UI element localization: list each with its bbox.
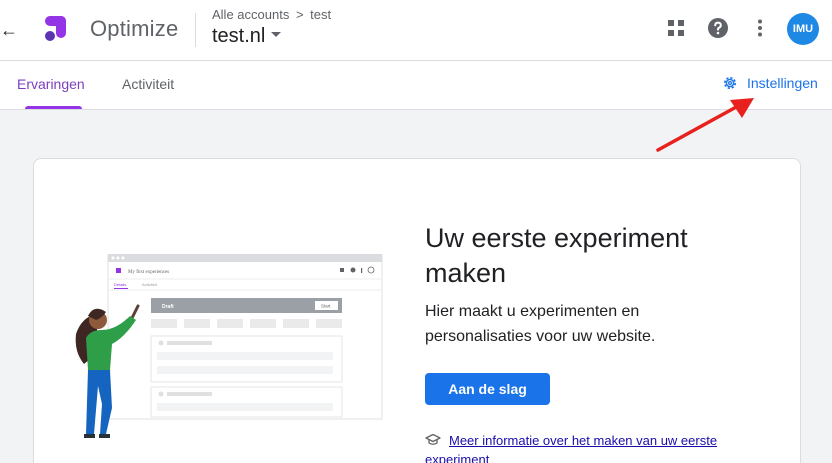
gear-icon: [724, 77, 736, 89]
caret-down-icon: [271, 32, 282, 38]
optimize-logo-icon: [45, 16, 66, 41]
graduation-cap-icon: [425, 433, 441, 445]
breadcrumb-accounts[interactable]: Alle accounts: [212, 7, 289, 22]
annotation-arrow-icon: [656, 98, 754, 152]
breadcrumb[interactable]: Alle accounts > test: [212, 7, 331, 22]
help-icon[interactable]: [706, 16, 730, 40]
mini-tab-activiteit: Activiteit: [142, 282, 158, 287]
settings-label: Instellingen: [747, 75, 818, 91]
app-name: Optimize: [90, 16, 179, 41]
app-header: ← Optimize Alle accounts > test test.nl …: [0, 0, 832, 61]
learn-more-row: Meer informatie over het maken van uw ee…: [425, 431, 745, 463]
card-description: Hier maakt u experimenten en personalisa…: [425, 303, 656, 345]
property-selector[interactable]: test.nl: [212, 25, 282, 48]
mini-list-button: Start: [321, 304, 331, 309]
card-title: Uw eerste experiment maken: [425, 223, 688, 288]
more-vert-icon[interactable]: [748, 16, 772, 40]
mini-list-title: Draft: [162, 304, 174, 310]
breadcrumb-container[interactable]: test: [310, 7, 331, 22]
empty-state-card: My first experiences Details Activiteit …: [33, 158, 801, 463]
property-name: test.nl: [212, 25, 266, 47]
back-arrow-icon[interactable]: ←: [0, 18, 18, 42]
learn-more-link[interactable]: Meer informatie over het maken van uw ee…: [425, 433, 717, 463]
breadcrumb-separator: >: [295, 7, 304, 22]
tab-activiteit[interactable]: Activiteit: [122, 76, 174, 92]
settings-link[interactable]: Instellingen: [722, 75, 818, 91]
apps-grid-icon[interactable]: [664, 16, 688, 40]
mini-tab-details: Details: [114, 282, 126, 287]
mini-window-title: My first experiences: [128, 270, 169, 275]
account-avatar[interactable]: IMU: [787, 13, 819, 45]
header-divider: [195, 13, 196, 47]
active-tab-indicator: [25, 106, 82, 109]
onboarding-illustration: My first experiences Details Activiteit …: [75, 254, 383, 438]
get-started-button[interactable]: Aan de slag: [425, 373, 550, 405]
tab-ervaringen[interactable]: Ervaringen: [17, 76, 85, 92]
